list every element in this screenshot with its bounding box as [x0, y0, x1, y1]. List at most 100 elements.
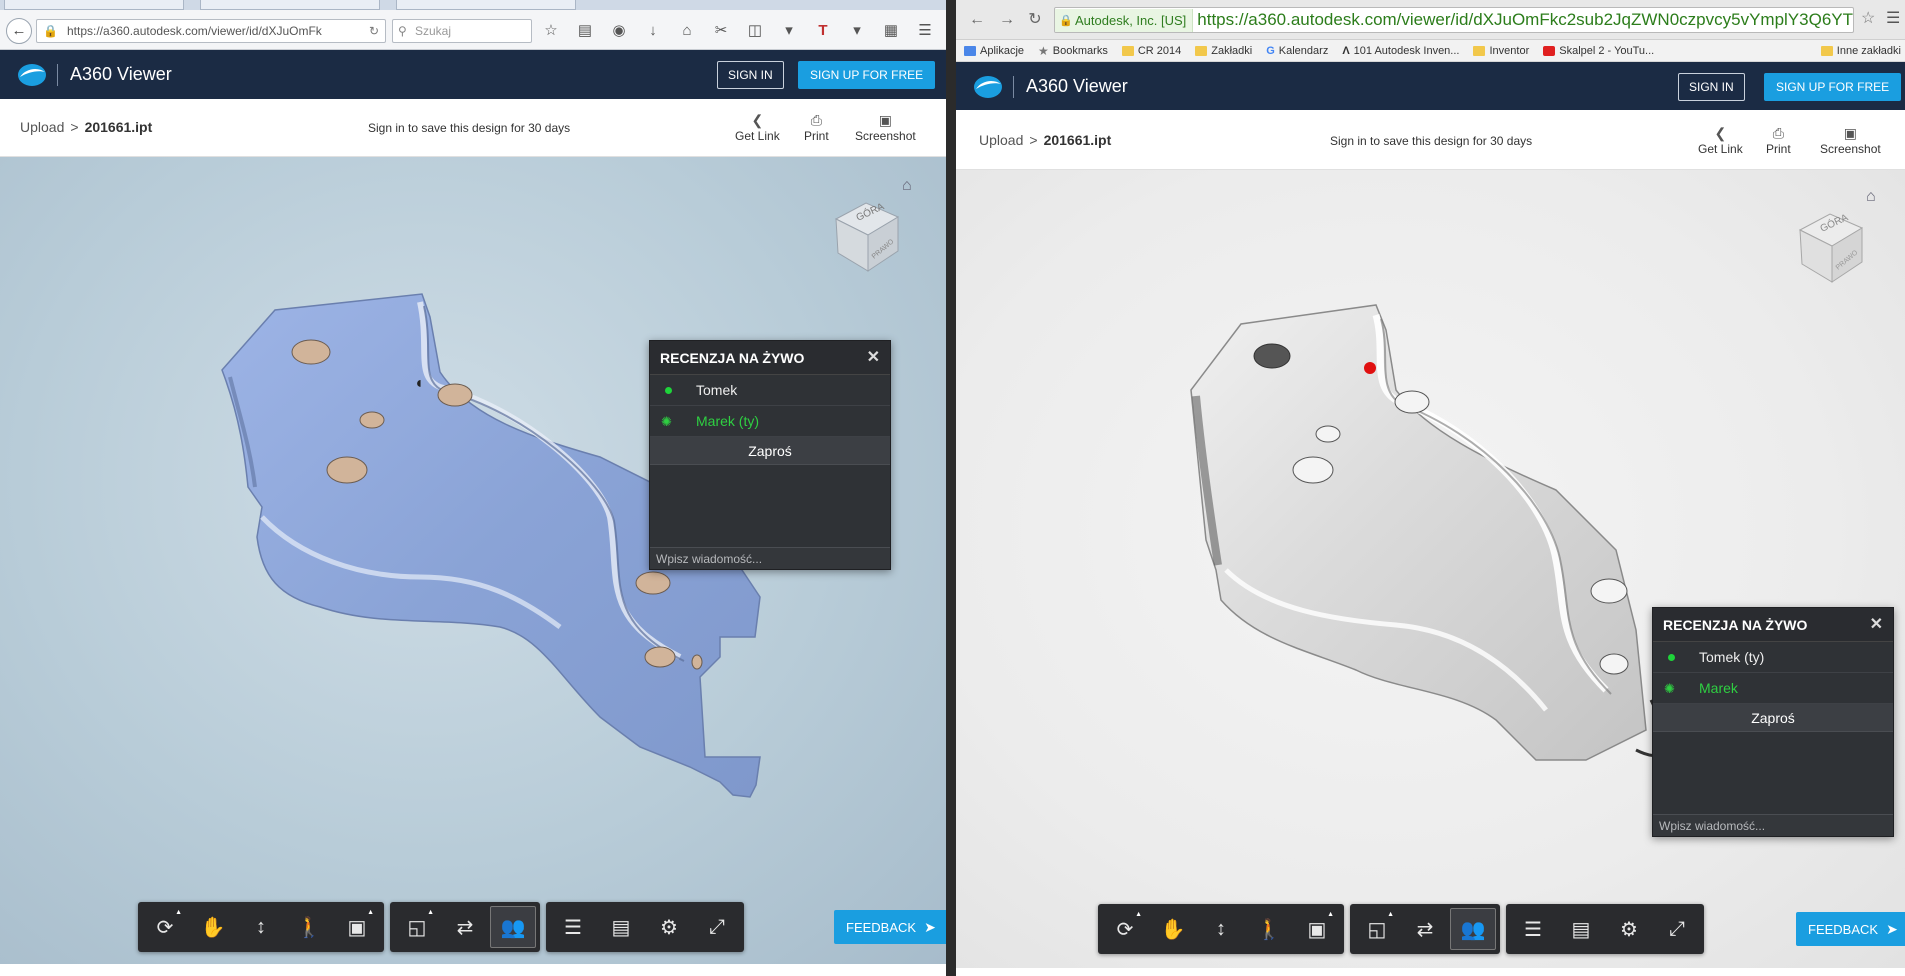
bookmark-star-icon[interactable]: ☆: [1861, 8, 1875, 28]
reload-icon[interactable]: ↻: [369, 20, 379, 42]
home-view-icon[interactable]: ⌂: [1866, 188, 1876, 206]
bookmark-folder[interactable]: Inventor: [1473, 45, 1529, 57]
viewcube[interactable]: GÓRA PRAWO: [828, 197, 910, 279]
sign-in-button[interactable]: SIGN IN: [717, 61, 784, 89]
explode-button[interactable]: ◱ ▲: [394, 906, 440, 948]
live-review-icon: 👥: [1460, 918, 1486, 941]
invite-button[interactable]: Zaproś: [650, 437, 890, 465]
sign-up-button[interactable]: SIGN UP FOR FREE: [1764, 73, 1902, 101]
feedback-button[interactable]: FEEDBACK ➤: [1796, 912, 1905, 946]
bookmark-star-icon[interactable]: ☆: [540, 21, 562, 41]
camera-button[interactable]: ▣ ▲: [1294, 908, 1340, 950]
invite-button[interactable]: Zaproś: [1653, 704, 1893, 732]
model-view[interactable]: [956, 170, 1905, 968]
screenshot-tool-icon[interactable]: ✂: [710, 21, 732, 41]
live-review-button[interactable]: 👥: [490, 906, 536, 948]
first-person-button[interactable]: 🚶: [1246, 908, 1292, 950]
bookmark-apps[interactable]: Aplikacje: [964, 45, 1024, 57]
browser-tab[interactable]: [4, 0, 184, 10]
first-person-button[interactable]: 🚶: [286, 906, 332, 948]
3d-viewport[interactable]: ◖ GÓRA PRAWO ⌂ RECENZJA NA ŻYWO ✕ Tomek …: [0, 157, 946, 964]
orbit-button[interactable]: ⟳ ▲: [142, 906, 188, 948]
bookmark-folder[interactable]: Zakładki: [1195, 45, 1252, 57]
settings-button[interactable]: ⚙: [1606, 908, 1652, 950]
back-icon[interactable]: ←: [966, 8, 988, 32]
text-tool-icon[interactable]: T: [812, 21, 834, 41]
get-link-button[interactable]: ❮ Get Link: [1698, 124, 1743, 156]
print-button[interactable]: ⎙ Print: [804, 111, 829, 143]
pocket-icon[interactable]: ◉: [608, 21, 630, 41]
fullscreen-button[interactable]: ⤢: [694, 906, 740, 948]
pan-button[interactable]: ✋: [1150, 908, 1196, 950]
pan-icon: ✋: [200, 916, 226, 939]
search-placeholder: Szukaj: [415, 24, 452, 38]
a360-logo-icon: [18, 64, 46, 86]
print-button[interactable]: ⎙ Print: [1766, 124, 1791, 156]
fullscreen-icon: ⤢: [1669, 917, 1685, 940]
zoom-button[interactable]: ↕: [238, 906, 284, 948]
feedback-button[interactable]: FEEDBACK ➤: [834, 910, 946, 944]
folder-icon: [1195, 45, 1208, 56]
viewcube[interactable]: GÓRA PRAWO: [1792, 208, 1874, 290]
download-icon[interactable]: ↓: [642, 21, 664, 41]
screenshot-button[interactable]: ▣ Screenshot: [1820, 124, 1881, 156]
home-view-icon[interactable]: ⌂: [902, 177, 912, 195]
browser-tab[interactable]: [200, 0, 380, 10]
dropdown-icon[interactable]: ▾: [778, 21, 800, 41]
menu-icon[interactable]: ☰: [914, 21, 936, 41]
chat-input[interactable]: Wpisz wiadomość...: [1653, 814, 1893, 836]
orbit-button[interactable]: ⟳ ▲: [1102, 908, 1148, 950]
cursor-icon: ◖: [414, 375, 424, 392]
properties-button[interactable]: ▤: [1558, 908, 1604, 950]
model-browser-button[interactable]: ☰: [550, 906, 596, 948]
sign-in-button[interactable]: SIGN IN: [1678, 73, 1745, 101]
measure-button[interactable]: ⇄: [1402, 908, 1448, 950]
properties-button[interactable]: ▤: [598, 906, 644, 948]
bookmark-folder[interactable]: CR 2014: [1121, 45, 1181, 57]
forward-icon[interactable]: →: [996, 8, 1018, 32]
breadcrumb-upload[interactable]: Upload: [979, 132, 1023, 148]
screenshot-button[interactable]: ▣ Screenshot: [855, 111, 916, 143]
window-divider: [946, 0, 956, 976]
sign-up-button[interactable]: SIGN UP FOR FREE: [798, 61, 936, 89]
close-icon[interactable]: ✕: [867, 341, 880, 375]
bookmark-item[interactable]: Λ 101 Autodesk Inven...: [1342, 45, 1459, 57]
back-button[interactable]: ←: [6, 18, 32, 44]
folder-icon: [1121, 45, 1134, 56]
address-bar[interactable]: 🔒 https://a360.autodesk.com/viewer/id/dX…: [36, 19, 386, 43]
measure-button[interactable]: ⇄: [442, 906, 488, 948]
address-bar[interactable]: Autodesk, Inc. [US]https://a360.autodesk…: [1054, 7, 1854, 33]
pan-icon: ✋: [1160, 918, 1186, 941]
explode-button[interactable]: ◱ ▲: [1354, 908, 1400, 950]
folder-icon: [1820, 45, 1833, 56]
zoom-button[interactable]: ↕: [1198, 908, 1244, 950]
model-browser-button[interactable]: ☰: [1510, 908, 1556, 950]
viewer-toolbar: ⟳ ▲ ✋ ↕ 🚶 ▣ ▲ ◱ ▲ ⇄ 👥 ☰ ▤ ⚙ ⤢: [1098, 904, 1704, 954]
reload-icon[interactable]: ↻: [1024, 8, 1046, 32]
addon-icon[interactable]: ▦: [880, 21, 902, 41]
dropdown-icon[interactable]: ▾: [846, 21, 868, 41]
home-icon[interactable]: ⌂: [676, 21, 698, 41]
certificate-badge[interactable]: Autodesk, Inc. [US]: [1055, 9, 1194, 32]
reading-list-icon[interactable]: ▤: [574, 21, 596, 41]
chat-input[interactable]: Wpisz wiadomość...: [650, 547, 890, 569]
breadcrumb: Upload >201661.ipt: [20, 119, 153, 135]
participant-row: ✺ Marek: [1653, 673, 1893, 704]
browser-tab[interactable]: [396, 0, 576, 10]
settings-button[interactable]: ⚙: [646, 906, 692, 948]
bookmark-item[interactable]: Skalpel 2 - YouTu...: [1543, 45, 1654, 57]
clipboard-icon[interactable]: ◫: [744, 21, 766, 41]
menu-icon[interactable]: ☰: [1886, 8, 1900, 28]
live-review-button[interactable]: 👥: [1450, 908, 1496, 950]
close-icon[interactable]: ✕: [1870, 608, 1883, 642]
bookmark-item[interactable]: G Kalendarz: [1266, 45, 1328, 57]
other-bookmarks[interactable]: Inne zakładki: [1820, 45, 1901, 57]
breadcrumb-upload[interactable]: Upload: [20, 119, 64, 135]
pan-button[interactable]: ✋: [190, 906, 236, 948]
get-link-button[interactable]: ❮ Get Link: [735, 111, 780, 143]
fullscreen-button[interactable]: ⤢: [1654, 908, 1700, 950]
3d-viewport[interactable]: GÓRA PRAWO ⌂ RECENZJA NA ŻYWO ✕ Tomek (t…: [956, 170, 1905, 968]
camera-button[interactable]: ▣ ▲: [334, 906, 380, 948]
search-input[interactable]: ⚲ Szukaj: [392, 19, 532, 43]
bookmark-item[interactable]: ★ Bookmarks: [1038, 44, 1108, 58]
